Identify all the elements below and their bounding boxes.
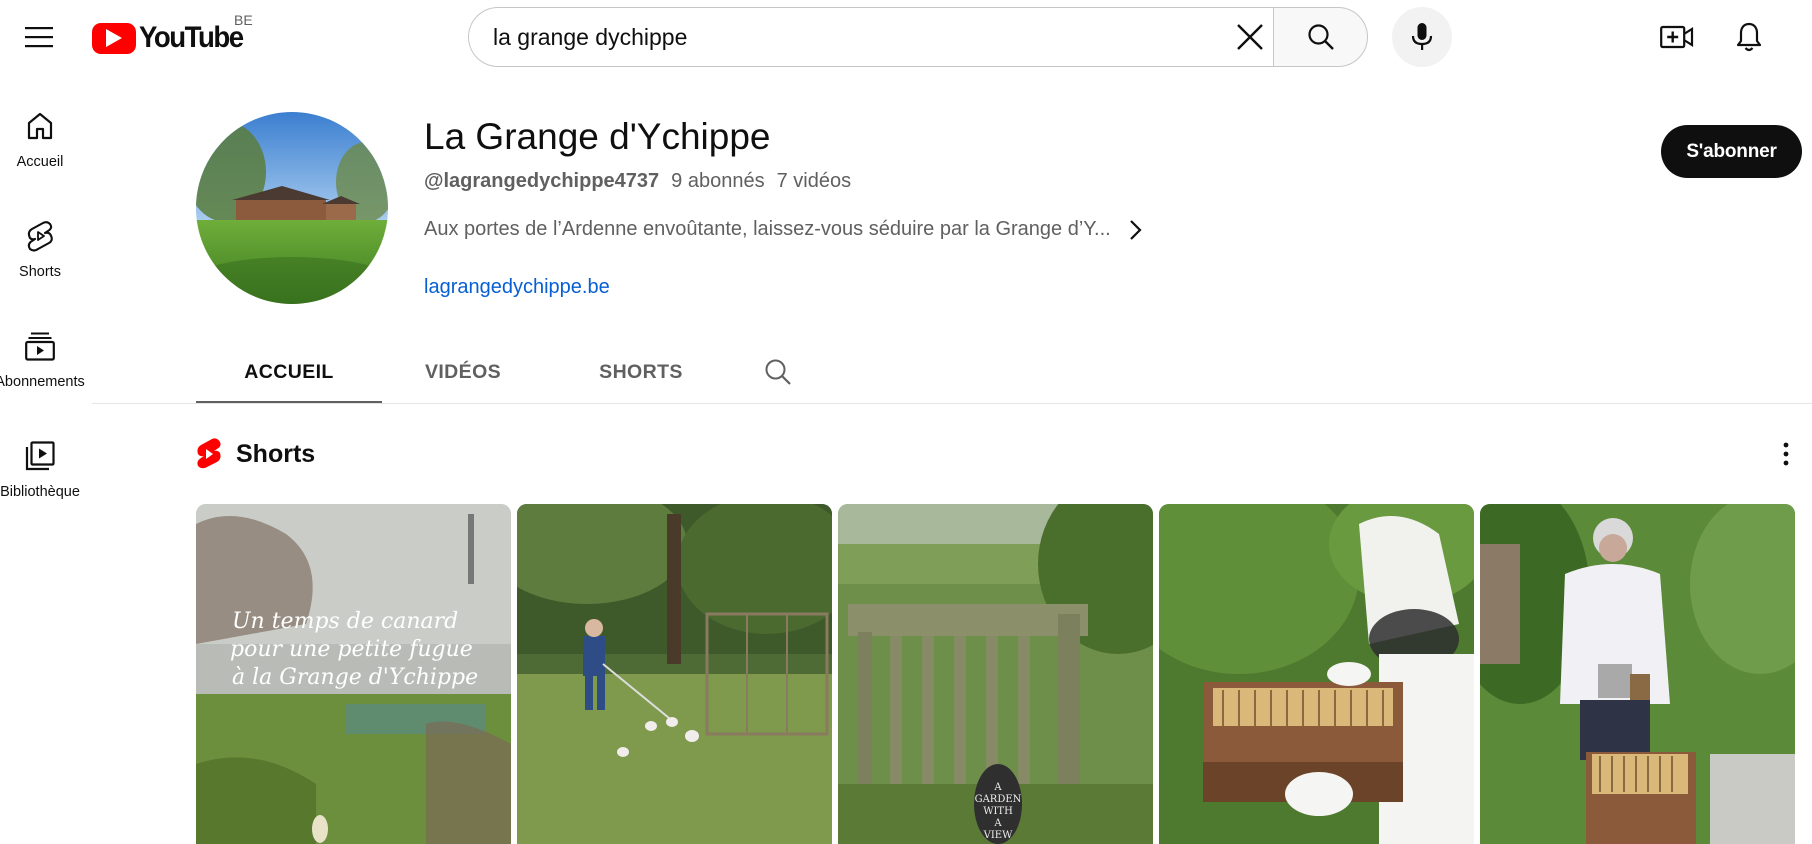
search-box	[468, 7, 1368, 67]
short-overlay-text: pour une petite fugue	[230, 637, 473, 662]
shorts-shelf-header: Shorts	[196, 430, 315, 478]
tab-shorts[interactable]: SHORTS	[544, 340, 738, 404]
sidebar-item-shorts[interactable]: Shorts	[0, 200, 80, 296]
short-overlay-text: à la Grange d'Ychippe	[232, 665, 478, 690]
channel-tabs: ACCUEIL VIDÉOS SHORTS	[196, 340, 810, 404]
sidebar-item-library[interactable]: Bibliothèque	[0, 420, 80, 516]
tab-divider	[92, 403, 1812, 404]
tab-videos[interactable]: VIDÉOS	[382, 340, 544, 404]
short-thumbnail[interactable]	[1480, 504, 1795, 844]
short-thumbnail[interactable]: Un temps de canard pour une petite fugue…	[196, 504, 511, 844]
video-add-icon	[1660, 25, 1694, 49]
video-count: 7 vidéos	[776, 170, 852, 192]
channel-meta: @lagrangedychippe4737 9 abonnés 7 vidéos	[424, 170, 851, 193]
subscribe-button[interactable]: S'abonner	[1661, 125, 1802, 178]
subscriptions-icon	[25, 330, 55, 362]
garden-sign-text: A	[993, 782, 1002, 793]
shorts-shelf-title: Shorts	[236, 439, 316, 468]
menu-button[interactable]	[16, 14, 62, 60]
microphone-icon	[1411, 23, 1433, 50]
library-icon	[25, 440, 55, 472]
short-thumbnail[interactable]	[517, 504, 832, 844]
clear-search-button[interactable]	[1226, 13, 1274, 61]
short-overlay-text: Un temps de canard	[232, 609, 458, 634]
voice-search-button[interactable]	[1392, 7, 1452, 67]
short-thumbnail[interactable]	[1159, 504, 1474, 844]
notifications-button[interactable]	[1726, 14, 1772, 60]
close-icon	[1237, 24, 1263, 50]
sidebar-item-home[interactable]: Accueil	[0, 90, 80, 186]
more-options-button[interactable]	[1766, 434, 1806, 474]
garden-sign-text: GARDEN	[975, 794, 1022, 805]
home-icon	[26, 110, 54, 142]
shorts-logo-icon	[197, 438, 221, 469]
channel-name: La Grange d'Ychippe	[424, 116, 771, 157]
channel-description[interactable]: Aux portes de l’Ardenne envoûtante, lais…	[424, 218, 1143, 241]
search-input[interactable]	[468, 7, 1273, 67]
hamburger-menu-icon	[25, 27, 53, 48]
garden-sign-text: WITH	[983, 806, 1013, 817]
channel-avatar[interactable]	[196, 112, 388, 304]
shorts-list: Un temps de canard pour une petite fugue…	[196, 504, 1795, 844]
sidebar-item-subscriptions[interactable]: Abonnements	[0, 310, 85, 406]
youtube-wordmark: YouTube	[139, 21, 244, 54]
sidebar-item-label: Bibliothèque	[0, 484, 80, 500]
garden-sign-text: A	[993, 818, 1002, 829]
top-bar: YouTube BE	[0, 0, 1812, 74]
sidebar-item-label: Abonnements	[0, 374, 85, 390]
shorts-icon	[26, 220, 54, 252]
subscriber-count: 9 abonnés	[671, 170, 765, 192]
channel-handle: @lagrangedychippe4737	[424, 170, 660, 192]
youtube-logo[interactable]: YouTube BE	[92, 12, 253, 58]
country-code: BE	[234, 12, 253, 28]
youtube-play-icon	[92, 22, 136, 54]
search-button[interactable]	[1273, 7, 1368, 67]
vertical-dots-icon	[1783, 442, 1789, 466]
tab-accueil[interactable]: ACCUEIL	[196, 340, 382, 404]
short-thumbnail[interactable]: A GARDEN WITH A VIEW	[838, 504, 1153, 844]
sidebar-item-label: Accueil	[16, 154, 64, 170]
chevron-right-icon	[1129, 219, 1143, 241]
tab-search-button[interactable]	[746, 340, 810, 404]
search-icon	[765, 359, 791, 385]
bell-icon	[1736, 22, 1762, 52]
create-button[interactable]	[1654, 14, 1700, 60]
sidebar-item-label: Shorts	[19, 264, 61, 280]
channel-description-text: Aux portes de l’Ardenne envoûtante, lais…	[424, 218, 1111, 240]
channel-website-link[interactable]: lagrangedychippe.be	[424, 276, 610, 299]
search-icon	[1307, 24, 1334, 50]
